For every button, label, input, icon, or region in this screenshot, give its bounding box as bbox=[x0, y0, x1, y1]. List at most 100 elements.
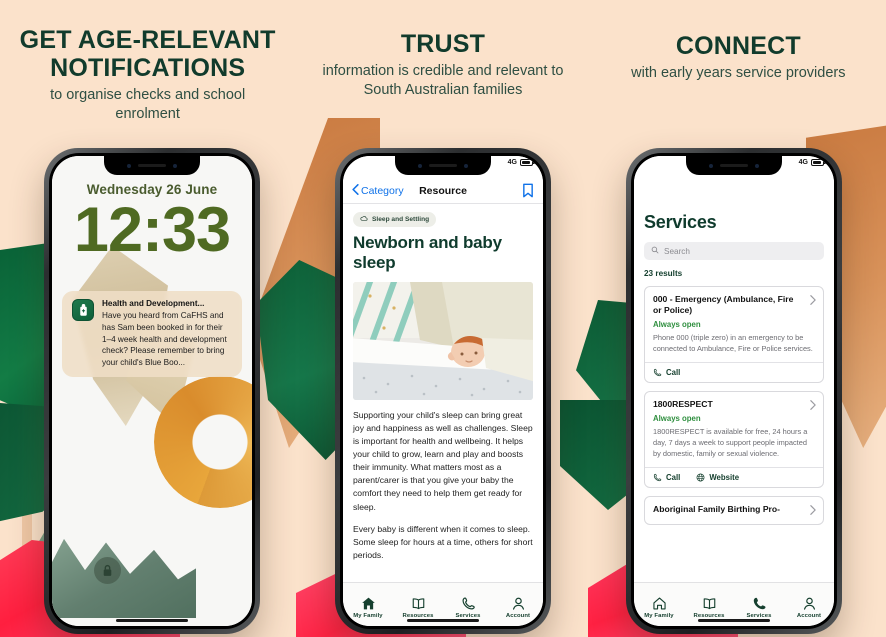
camera-dot-left bbox=[418, 163, 422, 168]
home-icon bbox=[361, 596, 376, 611]
article-paragraph-1: Supporting your child's sleep can bring … bbox=[353, 410, 533, 512]
article-title: Newborn and baby sleep bbox=[353, 233, 502, 273]
navbar-title: Resource bbox=[419, 184, 467, 197]
phone3-screen: 4G Services Search 23 results 000 - Emer… bbox=[634, 156, 834, 626]
battery-icon bbox=[520, 159, 535, 166]
home-indicator[interactable] bbox=[116, 618, 188, 622]
service-card-title: 000 - Emergency (Ambulance, Fire or Poli… bbox=[653, 294, 794, 316]
person-icon bbox=[802, 596, 817, 611]
phone1-screen: Wednesday 26 June 12:33 Health and Devel… bbox=[52, 156, 252, 626]
headline-subtitle-2: information is credible and relevant to … bbox=[322, 63, 564, 99]
home-indicator[interactable] bbox=[407, 618, 479, 622]
chevron-right-icon[interactable] bbox=[810, 295, 816, 305]
service-card-description: Phone 000 (triple zero) in an emergency … bbox=[653, 332, 813, 353]
headline-subtitle-3: with early years service providers bbox=[631, 65, 846, 81]
wallpaper-green-leaves bbox=[52, 538, 196, 618]
results-count: 23 results bbox=[644, 269, 683, 278]
network-label-3: 4G bbox=[798, 159, 808, 166]
tab-account-label: Account bbox=[796, 613, 822, 619]
notification-text: Health and Development... Have you heard… bbox=[102, 299, 232, 368]
article-photo bbox=[353, 282, 533, 401]
globe-icon bbox=[696, 473, 705, 482]
bookmark-icon[interactable] bbox=[522, 183, 534, 198]
speaker-slot bbox=[720, 163, 748, 168]
phone-mockup-lockscreen: Wednesday 26 June 12:33 Health and Devel… bbox=[44, 148, 260, 634]
headline-title-2: TRUST bbox=[400, 30, 486, 58]
network-label-2: 4G bbox=[507, 159, 517, 166]
person-icon bbox=[511, 596, 526, 611]
phone3-status-indicators: 4G bbox=[798, 159, 826, 166]
book-icon bbox=[411, 596, 426, 611]
service-card-title: Aboriginal Family Birthing Pro- bbox=[653, 504, 781, 515]
headline-row: GET AGE-RELEVANT NOTIFICATIONS to organi… bbox=[0, 0, 886, 140]
phone2-status-indicators: 4G bbox=[507, 159, 535, 166]
book-icon bbox=[702, 596, 717, 611]
headline-title-3: CONNECT bbox=[675, 32, 801, 60]
service-card[interactable]: Aboriginal Family Birthing Pro- bbox=[644, 496, 824, 525]
speaker-slot bbox=[429, 163, 457, 168]
camera-dot-right bbox=[173, 163, 177, 168]
call-button-label: Call bbox=[666, 368, 681, 378]
website-button[interactable]: Website bbox=[696, 473, 739, 482]
category-tag-label: Sleep and Settling bbox=[372, 216, 430, 223]
tab-resources[interactable]: Resources bbox=[684, 583, 734, 619]
phone2-notch bbox=[395, 156, 491, 175]
lock-icon bbox=[94, 557, 121, 584]
headline-block-notifications: GET AGE-RELEVANT NOTIFICATIONS to organi… bbox=[0, 0, 295, 140]
phone-mockup-resource: 4G Category Resource Sleep and Settling … bbox=[335, 148, 551, 634]
lockscreen-clock: 12:33 bbox=[73, 195, 231, 265]
decor-tan-strip-left bbox=[22, 470, 32, 610]
headline-block-trust: TRUST information is credible and releva… bbox=[295, 0, 590, 140]
tab-account[interactable]: Account bbox=[493, 583, 543, 619]
service-card-body: Aboriginal Family Birthing Pro- bbox=[645, 497, 823, 523]
tab-services[interactable]: Services bbox=[734, 583, 784, 619]
phone3-bezel: 4G Services Search 23 results 000 - Emer… bbox=[631, 153, 837, 629]
chevron-right-icon[interactable] bbox=[810, 505, 816, 516]
service-card-actions: Call Website bbox=[645, 467, 823, 487]
phone-icon bbox=[752, 596, 767, 611]
headline-subtitle-1: to organise checks and school enrolment bbox=[50, 87, 246, 123]
service-card[interactable]: 1800RESPECT Always open 1800RESPECT is a… bbox=[644, 391, 824, 489]
home-indicator[interactable] bbox=[698, 618, 770, 622]
tab-my-family-label: My Family bbox=[353, 613, 383, 619]
call-button-label: Call bbox=[666, 473, 681, 483]
page-title: Services bbox=[644, 212, 717, 232]
call-button[interactable]: Call bbox=[653, 473, 680, 482]
service-card-status: Always open bbox=[653, 413, 701, 423]
phone-icon bbox=[653, 473, 662, 482]
service-card[interactable]: 000 - Emergency (Ambulance, Fire or Poli… bbox=[644, 286, 824, 384]
battery-icon bbox=[811, 159, 826, 166]
camera-dot-right bbox=[464, 163, 468, 168]
service-card-actions: Call bbox=[645, 362, 823, 382]
tab-account-label: Account bbox=[505, 613, 531, 619]
lockscreen-notification[interactable]: Health and Development... Have you heard… bbox=[62, 291, 242, 378]
service-card-title: 1800RESPECT bbox=[653, 399, 713, 410]
camera-dot-left bbox=[709, 163, 713, 168]
tab-my-family-label: My Family bbox=[644, 613, 674, 619]
service-card-body: 1800RESPECT Always open 1800RESPECT is a… bbox=[645, 392, 823, 467]
resource-content[interactable]: Sleep and Settling Newborn and baby slee… bbox=[343, 204, 543, 582]
health-app-icon bbox=[72, 299, 94, 321]
camera-dot-left bbox=[127, 163, 131, 168]
call-button[interactable]: Call bbox=[653, 368, 680, 377]
service-card-status: Always open bbox=[653, 319, 701, 329]
chevron-right-icon[interactable] bbox=[810, 400, 816, 411]
camera-dot-right bbox=[755, 163, 759, 168]
website-button-label: Website bbox=[709, 473, 740, 483]
phone2-screen: 4G Category Resource Sleep and Settling … bbox=[343, 156, 543, 626]
tab-my-family[interactable]: My Family bbox=[634, 583, 684, 619]
phone-icon bbox=[653, 368, 662, 377]
tab-account[interactable]: Account bbox=[784, 583, 834, 619]
search-placeholder: Search bbox=[664, 246, 690, 256]
search-icon bbox=[651, 246, 659, 256]
tab-services[interactable]: Services bbox=[443, 583, 493, 619]
phone2-bezel: 4G Category Resource Sleep and Settling … bbox=[340, 153, 546, 629]
phone-mockup-services: 4G Services Search 23 results 000 - Emer… bbox=[626, 148, 842, 634]
services-content[interactable]: Services Search 23 results 000 - Emergen… bbox=[634, 178, 834, 582]
search-input[interactable]: Search bbox=[644, 242, 824, 260]
tab-resources[interactable]: Resources bbox=[393, 583, 443, 619]
phone1-bezel: Wednesday 26 June 12:33 Health and Devel… bbox=[49, 153, 255, 629]
sleep-cloud-icon bbox=[360, 215, 368, 224]
category-tag[interactable]: Sleep and Settling bbox=[353, 212, 437, 227]
tab-my-family[interactable]: My Family bbox=[343, 583, 393, 619]
